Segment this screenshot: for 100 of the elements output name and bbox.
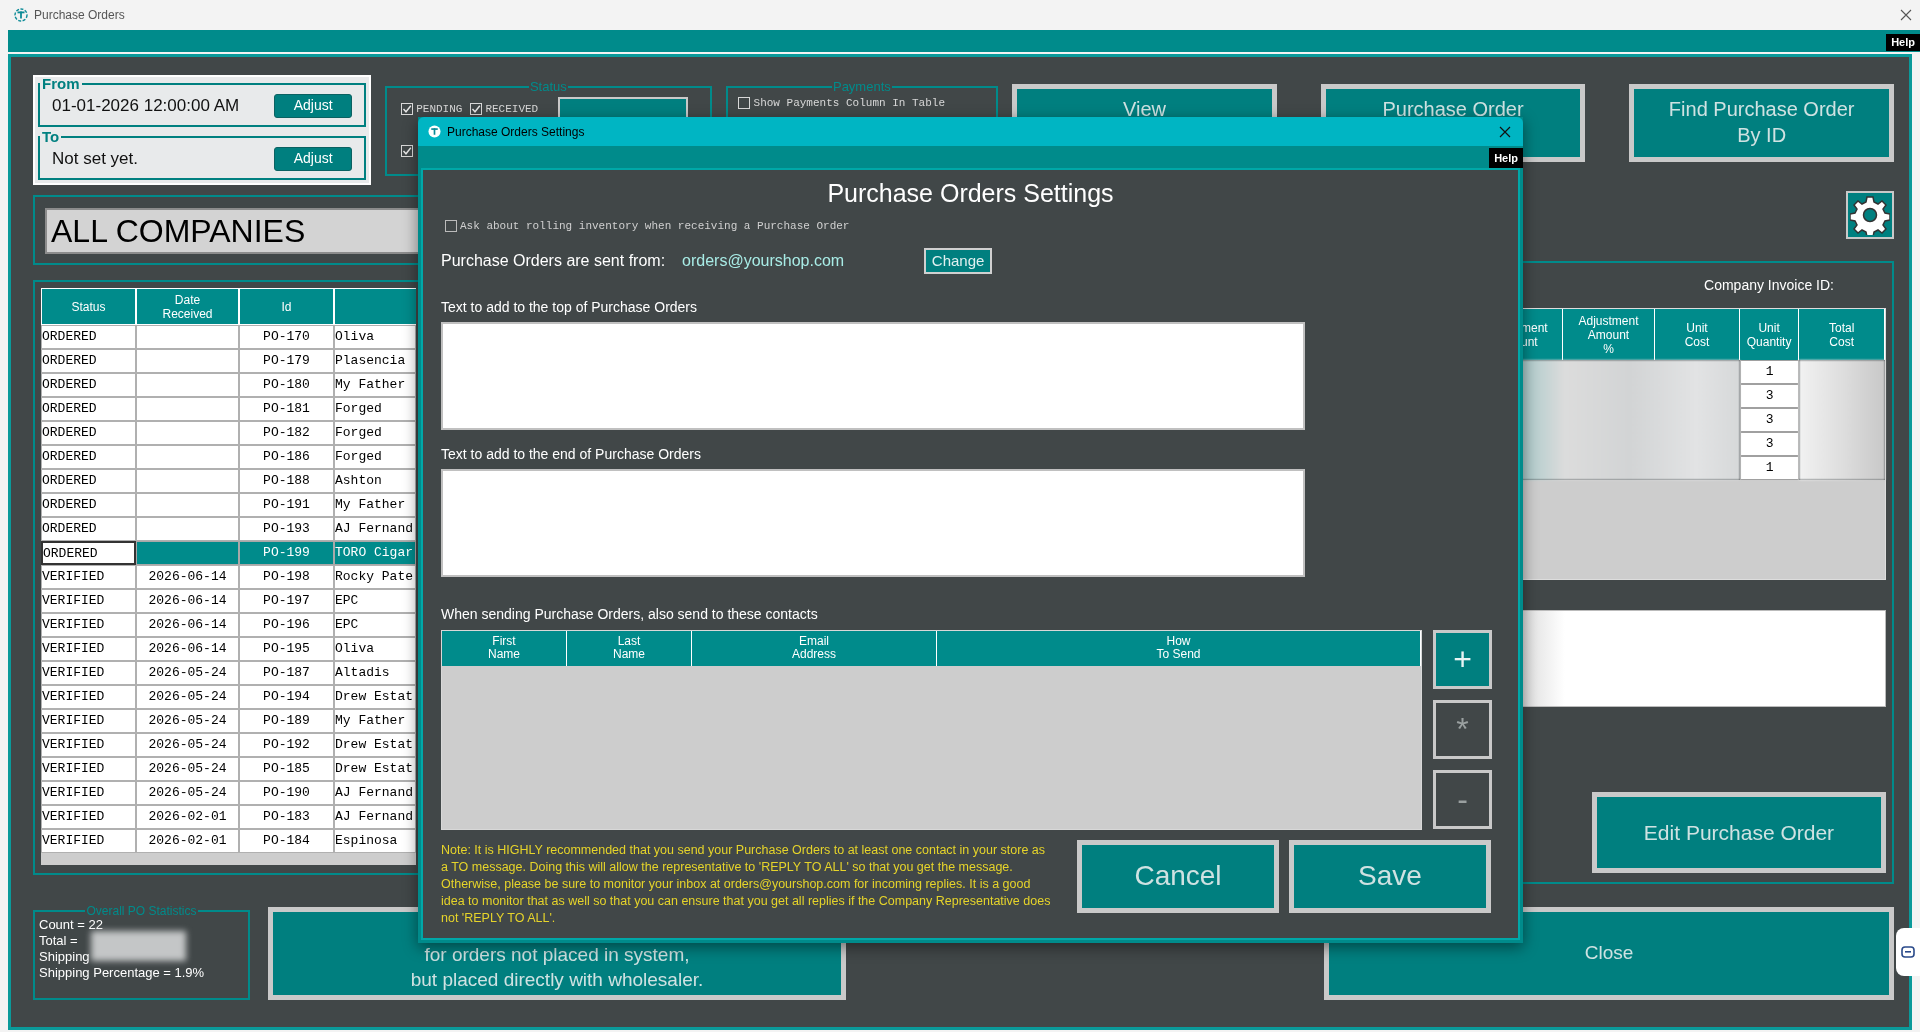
table-cell: PO-170	[239, 325, 334, 349]
table-cell: PO-179	[239, 349, 334, 373]
table-cell: ORDERED	[41, 493, 136, 517]
table-cell: Plasencia	[334, 349, 416, 373]
table-cell: PO-180	[239, 373, 334, 397]
date-value: Not set yet.	[52, 148, 138, 170]
field-label: Text to add to the end of Purchase Orders	[441, 444, 701, 464]
field-label: Company Invoice ID:	[1704, 276, 1834, 295]
table-cell: PO-199	[239, 541, 334, 565]
table-cell: VERIFIED	[41, 733, 136, 757]
table-cell: VERIFIED	[41, 637, 136, 661]
table-cell: PO-191	[239, 493, 334, 517]
table-cell: My Father	[334, 709, 416, 733]
table-cell: 2026-06-14	[136, 637, 239, 661]
table-cell: PO-195	[239, 637, 334, 661]
table-cell: VERIFIED	[41, 709, 136, 733]
date-value: 01-01-2026 12:00:00 AM	[52, 95, 240, 117]
table-cell: 2026-05-24	[136, 685, 239, 709]
table-cell: ORDERED	[41, 349, 136, 373]
table-cell: 2026-06-14	[136, 565, 239, 589]
field-label: When sending Purchase Orders, also send to these contacts	[441, 604, 818, 624]
table-cell: PO-194	[239, 685, 334, 709]
table-cell: VERIFIED	[41, 565, 136, 589]
dialog-title: Purchase Orders Settings	[447, 123, 585, 141]
table-cell: Ashton	[334, 469, 416, 493]
table-cell: VERIFIED	[41, 805, 136, 829]
table-cell: PO-190	[239, 781, 334, 805]
table-cell: AJ Fernand	[334, 781, 416, 805]
table-cell: 2026-05-24	[136, 781, 239, 805]
table-cell: 3	[1739, 384, 1800, 408]
dialog-heading: Purchase Orders Settings	[827, 178, 1114, 208]
table-cell: AJ Fernand	[334, 517, 416, 541]
table-cell: 3	[1739, 432, 1800, 456]
table-cell: 2026-02-01	[136, 829, 239, 853]
table-cell: PO-186	[239, 445, 334, 469]
table-cell: 2026-05-24	[136, 661, 239, 685]
table-cell: Rocky Pate	[334, 565, 416, 589]
table-cell: EPC	[334, 589, 416, 613]
table-cell: VERIFIED	[41, 685, 136, 709]
table-cell: PO-193	[239, 517, 334, 541]
table-cell: PO-198	[239, 565, 334, 589]
table-cell: Forged	[334, 397, 416, 421]
table-cell: EPC	[334, 613, 416, 637]
stat-text: Count = 22	[39, 917, 103, 933]
email-value: orders@yourshop.com	[682, 250, 846, 271]
table-cell: PO-189	[239, 709, 334, 733]
checkbox-label: Ask about rolling inventory when receiving a Purchase Order	[460, 219, 850, 234]
table-cell: Forged	[334, 421, 416, 445]
table-cell: PO-185	[239, 757, 334, 781]
table-cell: Forged	[334, 445, 416, 469]
table-cell: ORDERED	[41, 541, 136, 565]
table-cell: My Father	[334, 493, 416, 517]
table-cell: PO-197	[239, 589, 334, 613]
table-cell: Drew Estat	[334, 757, 416, 781]
table-cell: PO-196	[239, 613, 334, 637]
window-title: Purchase Orders	[34, 7, 125, 24]
table-cell: Espinosa	[334, 829, 416, 853]
stat-text: Shipping Percentage = 1.9%	[39, 965, 205, 981]
table-cell: Altadis	[334, 661, 416, 685]
field-label: To	[41, 130, 61, 144]
table-cell: PO-187	[239, 661, 334, 685]
table-cell: ORDERED	[41, 325, 136, 349]
stat-text: Total =	[39, 933, 78, 949]
table-cell: Drew Estat	[334, 685, 416, 709]
table-cell: 2026-05-24	[136, 757, 239, 781]
table-cell: 1	[1739, 360, 1800, 384]
table-cell: VERIFIED	[41, 661, 136, 685]
table-cell: 2026-06-14	[136, 589, 239, 613]
table-cell: VERIFIED	[41, 613, 136, 637]
table-cell: VERIFIED	[41, 589, 136, 613]
table-cell: Oliva	[334, 325, 416, 349]
table-cell: PO-184	[239, 829, 334, 853]
table-cell: ORDERED	[41, 469, 136, 493]
table-cell: 3	[1739, 408, 1800, 432]
group-title: Status	[528, 81, 568, 93]
table-cell: PO-188	[239, 469, 334, 493]
field-label: Text to add to the top of Purchase Orders	[441, 297, 698, 317]
table-cell: PO-192	[239, 733, 334, 757]
table-cell: 2026-02-01	[136, 805, 239, 829]
table-cell: TORO Cigar	[334, 541, 416, 565]
table-cell: ORDERED	[41, 421, 136, 445]
table-cell: PO-182	[239, 421, 334, 445]
checkbox-label: PENDING	[416, 102, 463, 117]
table-cell: ORDERED	[41, 445, 136, 469]
table-cell: VERIFIED	[41, 757, 136, 781]
table-cell: ORDERED	[41, 373, 136, 397]
table-cell: Oliva	[334, 637, 416, 661]
table-cell: VERIFIED	[41, 781, 136, 805]
table-cell: AJ Fernand	[334, 805, 416, 829]
table-cell: 2026-06-14	[136, 613, 239, 637]
group-title: Overall PO Statistics	[85, 905, 198, 917]
field-label: Purchase Orders are sent from:	[441, 250, 666, 271]
checkbox-label: RECEIVED	[485, 102, 539, 117]
field-label: From	[41, 77, 81, 91]
table-cell: ORDERED	[41, 517, 136, 541]
table-cell: Drew Estat	[334, 733, 416, 757]
table-cell: 2026-05-24	[136, 709, 239, 733]
stat-text: Shipping	[39, 949, 90, 965]
table-cell: My Father	[334, 373, 416, 397]
table-cell: ORDERED	[41, 397, 136, 421]
